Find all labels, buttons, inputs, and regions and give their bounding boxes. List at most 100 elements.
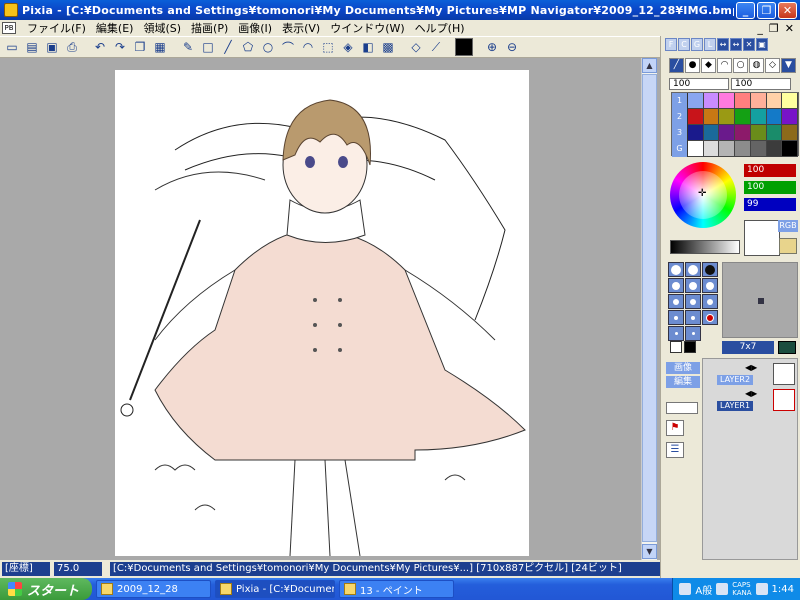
task-pixia[interactable]: Pixia - [C:¥Document... <box>215 580 335 598</box>
current-color-swatch[interactable] <box>455 38 473 56</box>
drawing-canvas[interactable] <box>115 70 529 557</box>
brush-11[interactable] <box>685 310 701 325</box>
zoom-out-icon[interactable]: ⊖ <box>503 38 521 56</box>
layer-order-icon[interactable]: ◀▶ <box>745 363 757 372</box>
palette-swatch[interactable] <box>735 125 751 141</box>
task-folder[interactable]: 2009_12_28 <box>96 580 211 598</box>
maximize-button[interactable]: ❐ <box>757 1 776 19</box>
menu-edit[interactable]: 編集(E) <box>91 20 139 36</box>
palette-swatch[interactable] <box>766 93 783 109</box>
menu-window[interactable]: ウインドウ(W) <box>325 20 409 36</box>
lasso-tool-icon[interactable]: ◠ <box>299 38 317 56</box>
close-button[interactable]: ✕ <box>778 1 797 19</box>
pen-dot-icon[interactable]: ● <box>685 58 700 73</box>
palette-swatch[interactable] <box>735 93 751 109</box>
menu-help[interactable]: ヘルプ(H) <box>410 20 470 36</box>
tab-f[interactable]: F <box>665 38 677 51</box>
eraser-tool-icon[interactable]: ◇ <box>407 38 425 56</box>
layer-opacity-field[interactable] <box>666 402 698 414</box>
print-icon[interactable]: ⎙ <box>63 38 81 56</box>
green-value[interactable]: 100 <box>744 181 796 194</box>
brush-size-label[interactable]: 7x7 <box>722 341 774 354</box>
mosaic-tool-icon[interactable]: ▩ <box>379 38 397 56</box>
ellipse-tool-icon[interactable]: ○ <box>259 38 277 56</box>
palette-row-index[interactable]: 1 <box>672 93 688 109</box>
brush-10[interactable] <box>668 310 684 325</box>
polygon-tool-icon[interactable]: ⬠ <box>239 38 257 56</box>
palette-swatch[interactable] <box>750 109 767 125</box>
palette-swatch[interactable] <box>782 93 798 109</box>
vertical-scrollbar[interactable]: ▲ ▼ <box>641 58 657 560</box>
layer-row-active[interactable]: ◀▶ LAYER1 <box>707 389 795 413</box>
tab-g[interactable]: G <box>691 38 703 51</box>
brush-3[interactable] <box>702 262 718 277</box>
minimize-button[interactable]: _ <box>736 1 755 19</box>
brush-5[interactable] <box>685 278 701 293</box>
palette-swatch[interactable] <box>703 141 720 157</box>
palette-swatch[interactable] <box>719 109 736 125</box>
palette-swatch[interactable] <box>688 109 704 125</box>
pen-fill-icon[interactable]: ◆ <box>701 58 716 73</box>
task-paint[interactable]: 13 - ペイント <box>339 580 454 598</box>
palette-swatch[interactable] <box>782 141 798 157</box>
palette-swatch[interactable] <box>703 109 720 125</box>
palette-swatch[interactable] <box>719 141 736 157</box>
scroll-thumb[interactable] <box>642 74 657 542</box>
color-picker-icon[interactable] <box>779 238 797 254</box>
tab-image[interactable]: 画像 <box>666 362 700 374</box>
menu-view[interactable]: 表示(V) <box>277 20 325 36</box>
menu-file[interactable]: ファイル(F) <box>22 20 91 36</box>
curve-tool-icon[interactable]: ⌒ <box>279 38 297 56</box>
tab-edit[interactable]: 編集 <box>666 376 700 388</box>
pen-line-icon[interactable]: ╱ <box>669 58 684 73</box>
network-icon[interactable] <box>679 583 692 595</box>
eyedropper-tool-icon[interactable]: ⟋ <box>427 38 445 56</box>
menu-draw[interactable]: 描画(P) <box>186 20 233 36</box>
pen-blur-icon[interactable]: ○ <box>733 58 748 73</box>
brush-1[interactable] <box>668 262 684 277</box>
ime-indicator[interactable]: A般 <box>695 582 712 597</box>
zoom-in-icon[interactable]: ⊕ <box>483 38 501 56</box>
pen-soft-icon[interactable]: ◍ <box>749 58 764 73</box>
pen-tool-icon[interactable]: ✎ <box>179 38 197 56</box>
palette-swatch[interactable] <box>750 141 767 157</box>
palette-swatch[interactable] <box>703 125 720 141</box>
brush-6[interactable] <box>702 278 718 293</box>
redo-icon[interactable]: ↷ <box>111 38 129 56</box>
brush-8[interactable] <box>685 294 701 309</box>
tray-icon[interactable] <box>716 583 729 595</box>
palette-swatch[interactable] <box>766 109 783 125</box>
palette-swatch[interactable] <box>750 125 767 141</box>
save-icon[interactable]: ▣ <box>43 38 61 56</box>
rgb-mode-label[interactable]: RGB <box>778 220 798 232</box>
panel-fit-icon[interactable]: ▣ <box>756 38 768 51</box>
copy-icon[interactable]: ❐ <box>131 38 149 56</box>
blue-value[interactable]: 99 <box>744 198 796 211</box>
document-icon[interactable]: PB <box>2 22 16 34</box>
red-value[interactable]: 100 <box>744 164 796 177</box>
black-swatch[interactable] <box>684 341 696 353</box>
palette-swatch[interactable] <box>719 125 736 141</box>
palette-swatch[interactable] <box>688 141 704 157</box>
palette-swatch[interactable] <box>782 125 798 141</box>
palette-swatch[interactable] <box>766 141 783 157</box>
grayscale-slider[interactable] <box>670 240 740 254</box>
mdi-minimize-button[interactable]: _ <box>757 22 763 35</box>
pen-eraser-icon[interactable]: ◇ <box>765 58 780 73</box>
layer-list-icon[interactable]: ☰ <box>666 442 684 458</box>
brush-7[interactable] <box>668 294 684 309</box>
pen-curve-icon[interactable]: ◠ <box>717 58 732 73</box>
layer-row[interactable]: ◀▶ LAYER2 <box>707 363 795 387</box>
volume-icon[interactable] <box>755 583 768 595</box>
palette-swatch[interactable] <box>719 93 736 109</box>
palette-swatch[interactable] <box>735 141 751 157</box>
pen-menu-icon[interactable]: ▼ <box>781 58 796 73</box>
menu-selection[interactable]: 領域(S) <box>138 20 186 36</box>
pin-icon[interactable]: ⚑ <box>666 420 684 436</box>
bucket-tool-icon[interactable]: ◈ <box>339 38 357 56</box>
gradient-tool-icon[interactable]: ◧ <box>359 38 377 56</box>
brush-2[interactable] <box>685 262 701 277</box>
palette-row-index[interactable]: G <box>672 141 688 157</box>
open-folder-icon[interactable]: ▤ <box>23 38 41 56</box>
tab-l[interactable]: L <box>704 38 716 51</box>
